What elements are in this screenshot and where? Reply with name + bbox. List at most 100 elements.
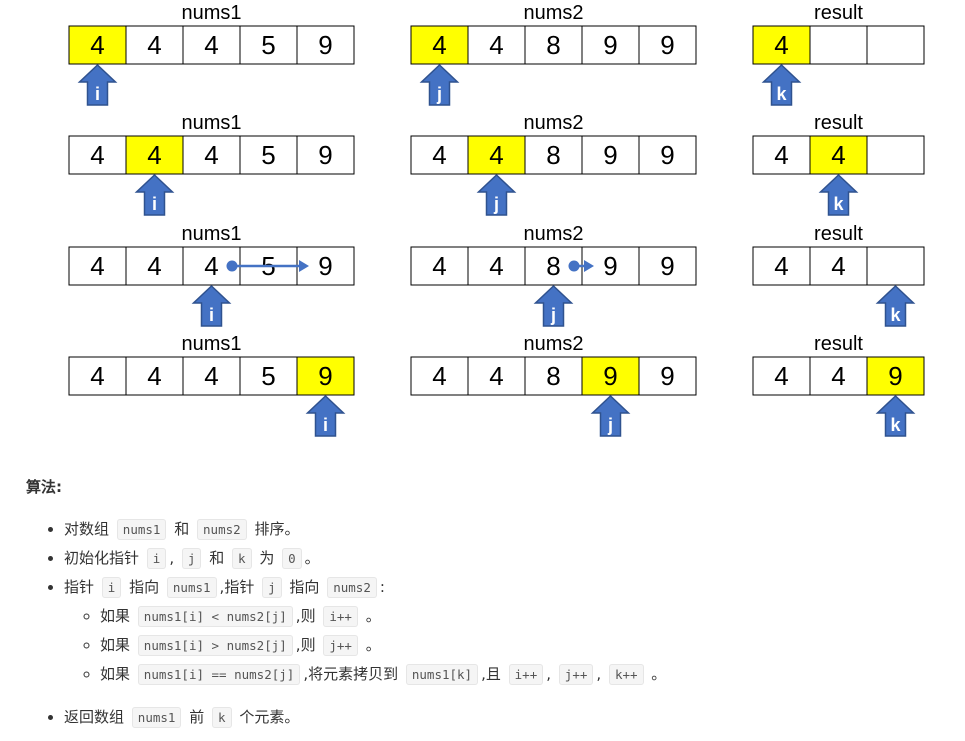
- cell-value: 5: [261, 361, 275, 391]
- cell-value: 4: [831, 361, 845, 391]
- step-text: 返回数组: [64, 708, 125, 726]
- step-text: ,将元素拷贝到: [303, 665, 399, 683]
- inline-code: 0: [282, 548, 302, 569]
- array-label: result: [814, 333, 863, 355]
- step-text: 对数组: [64, 520, 110, 538]
- algorithm-section: 算法: 对数组 nums1 和 nums2 排序。 初始化指针 i, j 和 k…: [26, 476, 956, 732]
- rule-equal: 如果 nums1[i] == nums2[j],将元素拷贝到 nums1[k],…: [100, 660, 956, 689]
- array-label: result: [814, 2, 863, 24]
- step-text: 和: [174, 520, 190, 538]
- pointer-label: j: [550, 305, 556, 325]
- pointer-label: i: [323, 415, 328, 435]
- step-text: 初始化指针: [64, 549, 140, 567]
- pointer-label: k: [890, 305, 901, 325]
- step-text: 前: [189, 708, 205, 726]
- cell-value: 8: [546, 361, 560, 391]
- cell-value: 4: [489, 251, 503, 281]
- pointer-label: i: [152, 194, 157, 214]
- inline-code: j: [262, 577, 282, 598]
- algorithm-steps: 对数组 nums1 和 nums2 排序。 初始化指针 i, j 和 k 为 0…: [26, 515, 956, 732]
- step-text: ,: [596, 665, 602, 683]
- cell-value: 4: [90, 140, 104, 170]
- step-text: ,: [169, 549, 175, 567]
- cell-value: 4: [90, 251, 104, 281]
- cell-value: 4: [432, 30, 446, 60]
- inline-code: i: [146, 548, 167, 569]
- cell-value: 5: [261, 140, 275, 170]
- inline-code: j: [181, 548, 202, 569]
- cell-value: 4: [774, 251, 788, 281]
- step-text: ,则: [295, 607, 316, 625]
- cell-value: 8: [546, 30, 560, 60]
- cell-value: 9: [318, 251, 332, 281]
- inline-code: nums1[k]: [405, 664, 479, 685]
- intersection-diagram: nums1 4 4 4 5 9 i nums2 4 4 8 9 9 j result 4 k nums1 4 4 4 5 9…: [68, 2, 925, 437]
- inline-code: nums1: [131, 707, 182, 728]
- array-label: nums1: [181, 2, 241, 24]
- step-text: 指向: [289, 578, 320, 596]
- cell-value: 9: [660, 251, 674, 281]
- array-cell: [809, 25, 868, 65]
- inline-code: i++: [323, 606, 358, 627]
- cell-value: 9: [318, 30, 332, 60]
- step-text: 。: [304, 549, 320, 567]
- cell-value: 4: [147, 251, 161, 281]
- array-label: nums2: [523, 223, 583, 245]
- array-label: nums2: [523, 2, 583, 24]
- array-label: nums1: [181, 333, 241, 355]
- cell-value: 9: [318, 361, 332, 391]
- cell-value: 4: [204, 30, 218, 60]
- cell-value: 4: [204, 361, 218, 391]
- step-text: ,指针: [219, 578, 255, 596]
- step-text: :: [379, 578, 385, 596]
- inline-code: k++: [608, 664, 644, 685]
- cell-value: 9: [660, 30, 674, 60]
- pointer-label: i: [209, 305, 214, 325]
- array-cell: [866, 135, 925, 175]
- array-label: result: [814, 112, 863, 134]
- step-text: 。: [651, 665, 667, 683]
- pointer-label: j: [436, 84, 442, 104]
- step-text: 。: [365, 607, 381, 625]
- step-text: 如果: [100, 665, 131, 683]
- cell-value: 4: [432, 251, 446, 281]
- array-label: nums1: [181, 223, 241, 245]
- cell-value: 9: [603, 140, 617, 170]
- step-text: 个元素。: [239, 708, 300, 726]
- step-text: 为: [259, 549, 275, 567]
- move-arrow-dot: [226, 260, 238, 272]
- array-label: result: [814, 223, 863, 245]
- array-cell: [866, 246, 925, 286]
- inline-code: k: [212, 707, 232, 728]
- inline-code: j++: [558, 664, 594, 685]
- move-arrow-dot: [568, 260, 580, 272]
- step-text: 。: [365, 636, 381, 654]
- inline-code: j++: [323, 635, 358, 656]
- inline-code: nums1: [116, 519, 167, 540]
- inline-code: nums1[i] > nums2[j]: [137, 635, 293, 656]
- cell-value: 9: [888, 361, 902, 391]
- cell-value: 4: [831, 140, 845, 170]
- array-cell: [866, 25, 925, 65]
- cell-value: 9: [318, 140, 332, 170]
- cell-value: 5: [261, 30, 275, 60]
- inline-code: i: [101, 577, 122, 598]
- cell-value: 9: [603, 251, 617, 281]
- step-text: ,且: [481, 665, 501, 683]
- cell-value: 9: [603, 30, 617, 60]
- inline-code: nums2: [197, 519, 247, 540]
- pointer-rules: 如果 nums1[i] < nums2[j],则 i++ 。 如果 nums1[…: [64, 602, 956, 689]
- step-text: ,则: [295, 636, 316, 654]
- rule-less: 如果 nums1[i] < nums2[j],则 i++ 。: [100, 602, 956, 631]
- cell-value: 4: [489, 361, 503, 391]
- inline-code: nums1[i] < nums2[j]: [137, 606, 293, 627]
- cell-value: 4: [831, 251, 845, 281]
- step-text: 指向: [129, 578, 160, 596]
- cell-value: 4: [147, 140, 161, 170]
- cell-value: 4: [147, 30, 161, 60]
- array-label: nums2: [523, 112, 583, 134]
- pointer-label: j: [607, 415, 613, 435]
- inline-code: k: [232, 548, 252, 569]
- step-text: 和: [209, 549, 225, 567]
- cell-value: 4: [774, 361, 788, 391]
